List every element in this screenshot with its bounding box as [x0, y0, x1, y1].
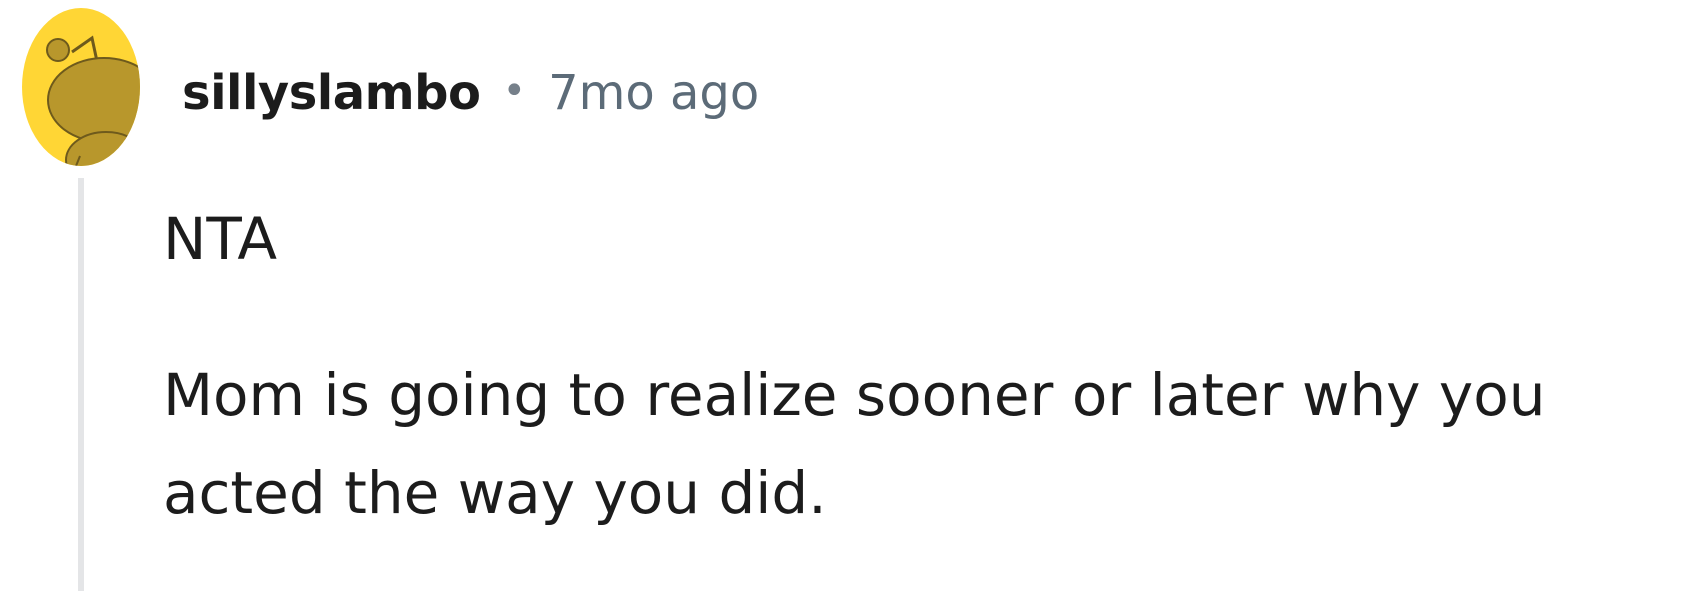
comment-timestamp[interactable]: 7mo ago	[548, 65, 759, 121]
comment: sillyslambo • 7mo ago NTA Mom is going t…	[0, 0, 1692, 591]
thread-collapse-line[interactable]	[78, 178, 84, 591]
comment-paragraph: NTA	[163, 205, 277, 273]
snoo-avatar-icon[interactable]	[22, 8, 140, 166]
comment-paragraph: Mom is going to realize sooner or later …	[163, 361, 1546, 527]
comment-header: sillyslambo • 7mo ago	[182, 58, 759, 128]
comment-body: NTA Mom is going to realize sooner or la…	[163, 190, 1663, 542]
meta-separator: •	[502, 68, 527, 114]
comment-author[interactable]: sillyslambo	[182, 65, 481, 121]
